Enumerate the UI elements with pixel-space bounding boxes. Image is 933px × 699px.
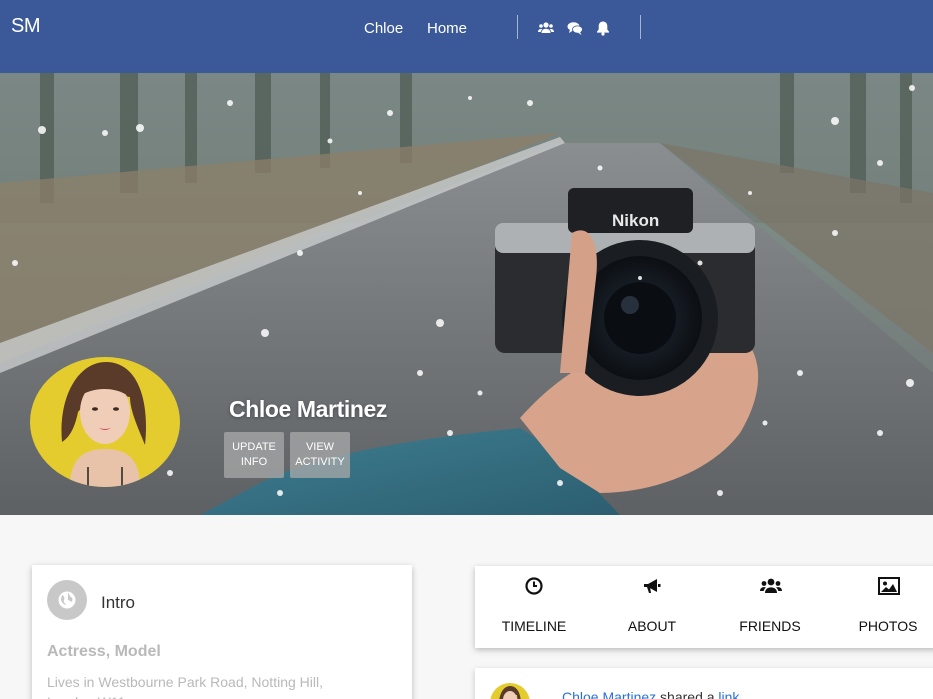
megaphone-icon (642, 576, 662, 596)
post-action-text: shared a (660, 689, 715, 699)
intro-card: Intro Actress, Model Lives in Westbourne… (32, 565, 412, 699)
notifications-icon[interactable] (595, 20, 611, 36)
friends-icon[interactable] (538, 20, 554, 36)
clock-icon (524, 576, 544, 596)
profile-name: Chloe Martinez (229, 396, 387, 422)
tab-photos-label: PHOTOS (858, 618, 918, 634)
post-author-avatar[interactable] (490, 683, 530, 699)
profile-tabs: TIMELINE ABOUT FRIENDS PHOTOS (475, 566, 933, 648)
update-info-label: UPDATE INFO (232, 441, 276, 468)
post-object-link[interactable]: link (718, 689, 739, 699)
profile-avatar[interactable] (30, 357, 180, 487)
svg-text:Nikon: Nikon (612, 211, 659, 230)
tab-photos[interactable]: PHOTOS (829, 566, 933, 648)
tab-about[interactable]: ABOUT (593, 566, 711, 648)
users-icon (760, 576, 782, 596)
intro-occupation: Actress, Model (47, 643, 161, 660)
top-navbar: SM Chloe Home (0, 0, 933, 73)
cover-photo: Nikon Chloe Martinez UPDATE INFO VIEW AC… (0, 73, 933, 515)
nav-divider (640, 15, 641, 39)
nav-divider (517, 15, 518, 39)
post-header: Chloe Martinez shared a link (562, 689, 739, 699)
view-activity-label: VIEW ACTIVITY (295, 441, 345, 468)
globe-icon (47, 580, 87, 620)
tab-about-label: ABOUT (627, 618, 677, 634)
tab-friends[interactable]: FRIENDS (711, 566, 829, 648)
tab-friends-label: FRIENDS (739, 618, 801, 634)
tab-timeline-label: TIMELINE (501, 618, 567, 634)
messages-icon[interactable] (567, 20, 583, 36)
image-icon (878, 576, 900, 596)
update-info-button[interactable]: UPDATE INFO (224, 432, 284, 478)
intro-title: Intro (101, 593, 136, 612)
nav-link-profile[interactable]: Chloe (364, 20, 403, 37)
view-activity-button[interactable]: VIEW ACTIVITY (290, 432, 350, 478)
nav-link-home[interactable]: Home (427, 20, 467, 37)
intro-location: Lives in Westbourne Park Road, Notting H… (47, 674, 323, 699)
tab-timeline[interactable]: TIMELINE (475, 566, 593, 648)
post-card: Chloe Martinez shared a link (475, 668, 933, 699)
brand-logo[interactable]: SM (11, 15, 41, 38)
post-author-link[interactable]: Chloe Martinez (562, 689, 656, 699)
